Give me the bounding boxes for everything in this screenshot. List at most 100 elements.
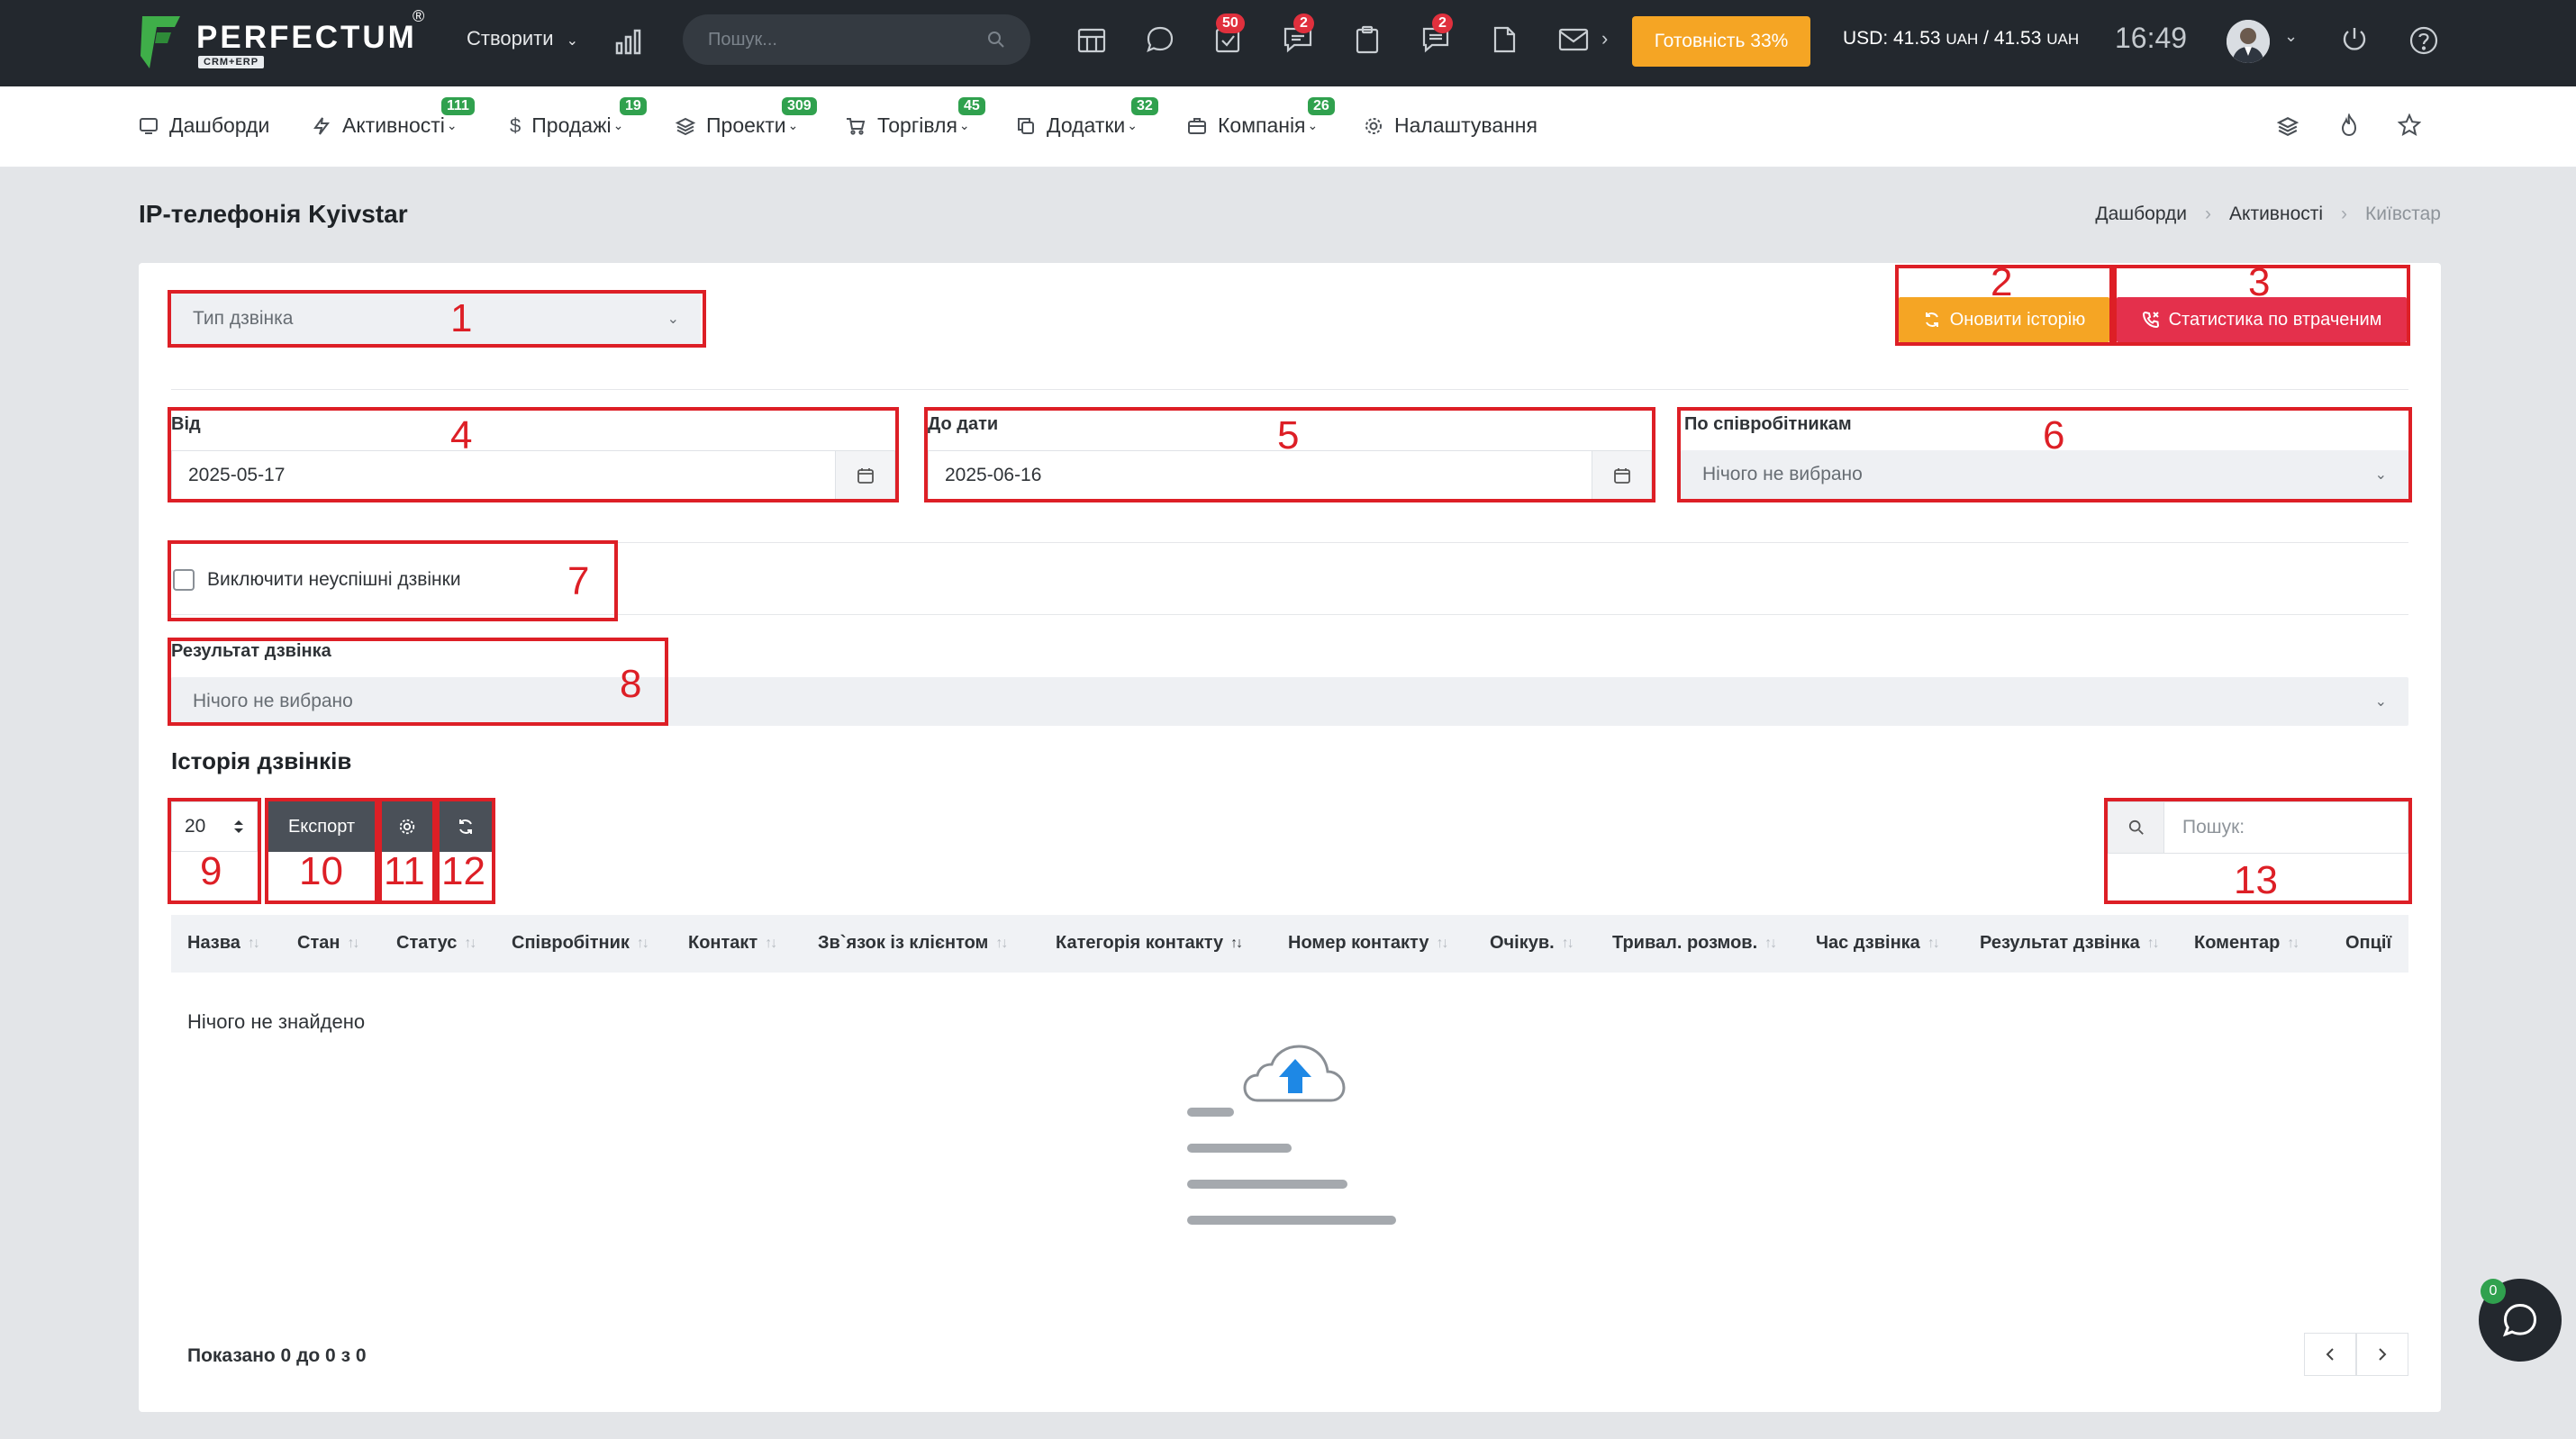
chat-bubble-icon [2500,1300,2540,1340]
flame-icon[interactable] [2338,113,2360,137]
nav-item-activities[interactable]: Активності ⌄ [312,113,458,138]
brand-subtitle: CRM+ERP [198,56,265,68]
column-header-label: Результат дзвінка [1980,933,2140,953]
nav-item-dashboards[interactable]: Дашборди [139,113,269,138]
user-menu-chevron-icon[interactable]: ⌄ [2284,27,2298,46]
sort-active-icon: ↑↓ [1230,935,1243,951]
avatar[interactable] [2227,20,2270,63]
create-menu-button[interactable]: Створити ⌄ [467,27,578,50]
mail-icon[interactable] [1558,27,1589,52]
breadcrumb-dashboards[interactable]: Дашборди [2095,204,2187,225]
annotation-number: 10 [299,849,343,893]
sort-icon: ↑↓ [995,935,1008,951]
column-header-label: Коментар [2194,933,2281,953]
chevron-down-icon: ⌄ [958,118,970,132]
readiness-button[interactable]: Готовність 33% [1632,16,1810,67]
nav-item-sales[interactable]: $ Продажі ⌄ [510,113,623,138]
sort-icon: ↑↓ [1436,935,1448,951]
column-header[interactable]: Тривал. розмов. ↑↓ [1612,933,1777,954]
logo-icon[interactable] [139,13,184,72]
top-bar: PERFECTUM ® CRM+ERP Створити ⌄ Пошук... … [0,0,2576,86]
support-chat-button[interactable]: 0 [2479,1279,2562,1362]
nav-item-trade[interactable]: Торгівля ⌄ [845,113,970,138]
layers-toggle-icon[interactable] [2277,115,2299,137]
annotation-number: 6 [2043,413,2065,457]
chevron-left-icon [2325,1347,2336,1362]
empty-state-text: Нічого не знайдено [187,1010,366,1033]
dashboard-icon [139,116,159,136]
power-icon[interactable] [2340,25,2369,54]
global-search-placeholder: Пошук... [708,29,777,50]
divider [171,389,2408,390]
nav-item-label: Проекти [706,113,786,137]
annotation-number: 8 [620,662,642,706]
chevron-right-icon[interactable]: › [1601,27,1608,50]
breadcrumb-activities[interactable]: Активності [2229,204,2323,225]
sort-icon: ↑↓ [464,935,476,951]
comments-badge: 2 [1432,14,1453,33]
chevron-right-icon [2377,1347,2388,1362]
annotation-number: 13 [2234,858,2278,902]
column-header[interactable]: Очікув. ↑↓ [1490,933,1574,954]
addons-badge: 32 [1131,97,1158,115]
help-icon[interactable] [2408,25,2439,56]
column-header[interactable]: Назва ↑↓ [187,933,260,954]
clipboard-icon[interactable] [1355,25,1380,54]
trade-badge: 45 [958,97,985,115]
nav-item-settings[interactable]: Налаштування [1364,113,1537,138]
column-header-label: Номер контакту [1288,933,1429,953]
column-header[interactable]: Зв`язок із клієнтом ↑↓ [818,933,1008,954]
chat-badge: 0 [2481,1279,2506,1304]
nav-item-label: Додатки [1047,113,1126,137]
document-icon[interactable] [1492,25,1517,54]
nav-item-company[interactable]: Компанія ⌄ [1187,113,1318,138]
column-header[interactable]: Результат дзвінка ↑↓ [1980,933,2160,954]
column-header[interactable]: Контакт ↑↓ [688,933,777,954]
column-header-label: Стан [297,933,340,953]
sort-icon: ↑↓ [1764,935,1777,951]
chevron-down-icon: ⌄ [612,118,624,132]
column-header[interactable]: Час дзвінка ↑↓ [1816,933,1940,954]
chat-bubble-icon[interactable] [1146,25,1175,54]
column-header-label: Категорія контакту [1056,933,1224,953]
currency-unit: UAH [1946,31,1979,48]
column-header-label: Контакт [688,933,758,953]
pagination-info: Показано 0 до 0 з 0 [187,1345,367,1366]
calendar-table-icon[interactable] [1077,27,1106,54]
brand-registered-mark: ® [413,7,425,25]
column-header-label: Зв`язок із клієнтом [818,933,989,953]
gear-icon [1364,116,1383,136]
annotation-number: 1 [450,296,473,340]
column-header[interactable]: Співробітник ↑↓ [512,933,649,954]
column-header[interactable]: Стан ↑↓ [297,933,359,954]
column-header[interactable]: Коментар ↑↓ [2194,933,2299,954]
chevron-down-icon: ⌄ [566,33,579,49]
sort-icon: ↑↓ [2287,935,2299,951]
search-icon [987,31,1005,49]
column-header[interactable]: Номер контакту ↑↓ [1288,933,1448,954]
sort-icon: ↑↓ [2146,935,2160,951]
chevron-down-icon: ⌄ [1307,118,1319,132]
prev-page-button[interactable] [2304,1333,2356,1376]
next-page-button[interactable] [2356,1333,2408,1376]
column-header-label: Тривал. розмов. [1612,933,1758,953]
sort-icon: ↑↓ [1561,935,1574,951]
column-header-label: Співробітник [512,933,630,953]
sort-icon: ↑↓ [636,935,649,951]
projects-badge: 309 [782,97,817,115]
nav-item-projects[interactable]: Проекти ⌄ [676,113,798,138]
nav-item-addons[interactable]: Додатки ⌄ [1016,113,1138,138]
column-header[interactable]: Статус ↑↓ [396,933,476,954]
nav-item-label: Продажі [531,113,612,137]
annotation-number: 3 [2248,260,2271,304]
create-label: Створити [467,27,554,50]
star-icon[interactable] [2398,113,2421,137]
annotation-box-4 [168,407,899,502]
column-header[interactable]: Категорія контакту ↑↓ [1056,933,1243,954]
bar-chart-icon[interactable] [614,27,643,56]
annotation-number: 9 [200,849,222,893]
global-search-input[interactable]: Пошук... [683,14,1030,65]
annotation-box-7 [168,540,618,621]
sort-icon: ↑↓ [765,935,777,951]
bolt-icon [312,116,331,136]
